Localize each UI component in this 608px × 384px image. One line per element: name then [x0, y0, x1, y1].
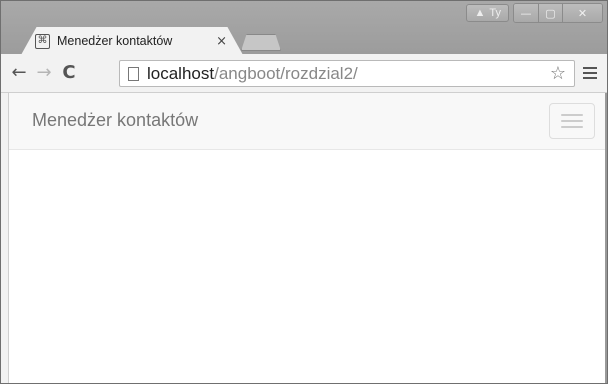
url-path: /angboot/rozdzial2/ — [214, 63, 358, 83]
profile-button[interactable]: ▲ Ty — [466, 4, 509, 22]
hamburger-bar-icon — [561, 114, 583, 116]
favicon-icon: ⌘ — [35, 33, 50, 49]
hamburger-bar-icon — [561, 126, 583, 128]
window-controls: ▲ Ty — ▢ ✕ — [466, 3, 603, 23]
browser-toolbar: ← → C localhost/angboot/rozdzial2/ ☆ — [1, 54, 607, 93]
browser-menu-icon[interactable] — [583, 63, 601, 83]
tab-content[interactable]: ⌘ Menedżer kontaktów × — [35, 30, 235, 52]
window-left-border — [1, 93, 9, 383]
tab-close-icon[interactable]: × — [216, 34, 227, 49]
maximize-button[interactable]: ▢ — [538, 4, 562, 22]
page-icon — [128, 66, 139, 81]
forward-arrow-icon[interactable]: → — [34, 63, 54, 83]
back-arrow-icon[interactable]: ← — [9, 63, 29, 83]
navbar: Menedżer kontaktów — [9, 93, 605, 150]
navbar-brand[interactable]: Menedżer kontaktów — [32, 110, 198, 131]
title-bar: ⌘ Menedżer kontaktów × ▲ Ty — ▢ ✕ — [1, 1, 607, 55]
reload-icon[interactable]: C — [59, 63, 79, 83]
minimize-button[interactable]: — — [514, 4, 538, 22]
navbar-toggle-button[interactable] — [549, 103, 595, 139]
close-window-button[interactable]: ✕ — [562, 4, 602, 22]
window-buttons: — ▢ ✕ — [513, 3, 603, 23]
browser-window: ⌘ Menedżer kontaktów × ▲ Ty — ▢ ✕ ← → C … — [0, 0, 608, 384]
page-viewport: Menedżer kontaktów — [9, 93, 605, 383]
tab-title: Menedżer kontaktów — [57, 34, 173, 48]
url-host: localhost — [147, 63, 215, 83]
profile-label: Ty — [489, 7, 501, 19]
new-tab-button[interactable] — [241, 34, 281, 51]
url-text[interactable]: localhost/angboot/rozdzial2/ — [147, 64, 358, 84]
bookmark-star-icon[interactable]: ☆ — [550, 63, 566, 84]
warning-icon: ▲ — [474, 7, 486, 19]
address-bar[interactable]: localhost/angboot/rozdzial2/ ☆ — [119, 60, 575, 87]
hamburger-bar-icon — [561, 120, 583, 122]
